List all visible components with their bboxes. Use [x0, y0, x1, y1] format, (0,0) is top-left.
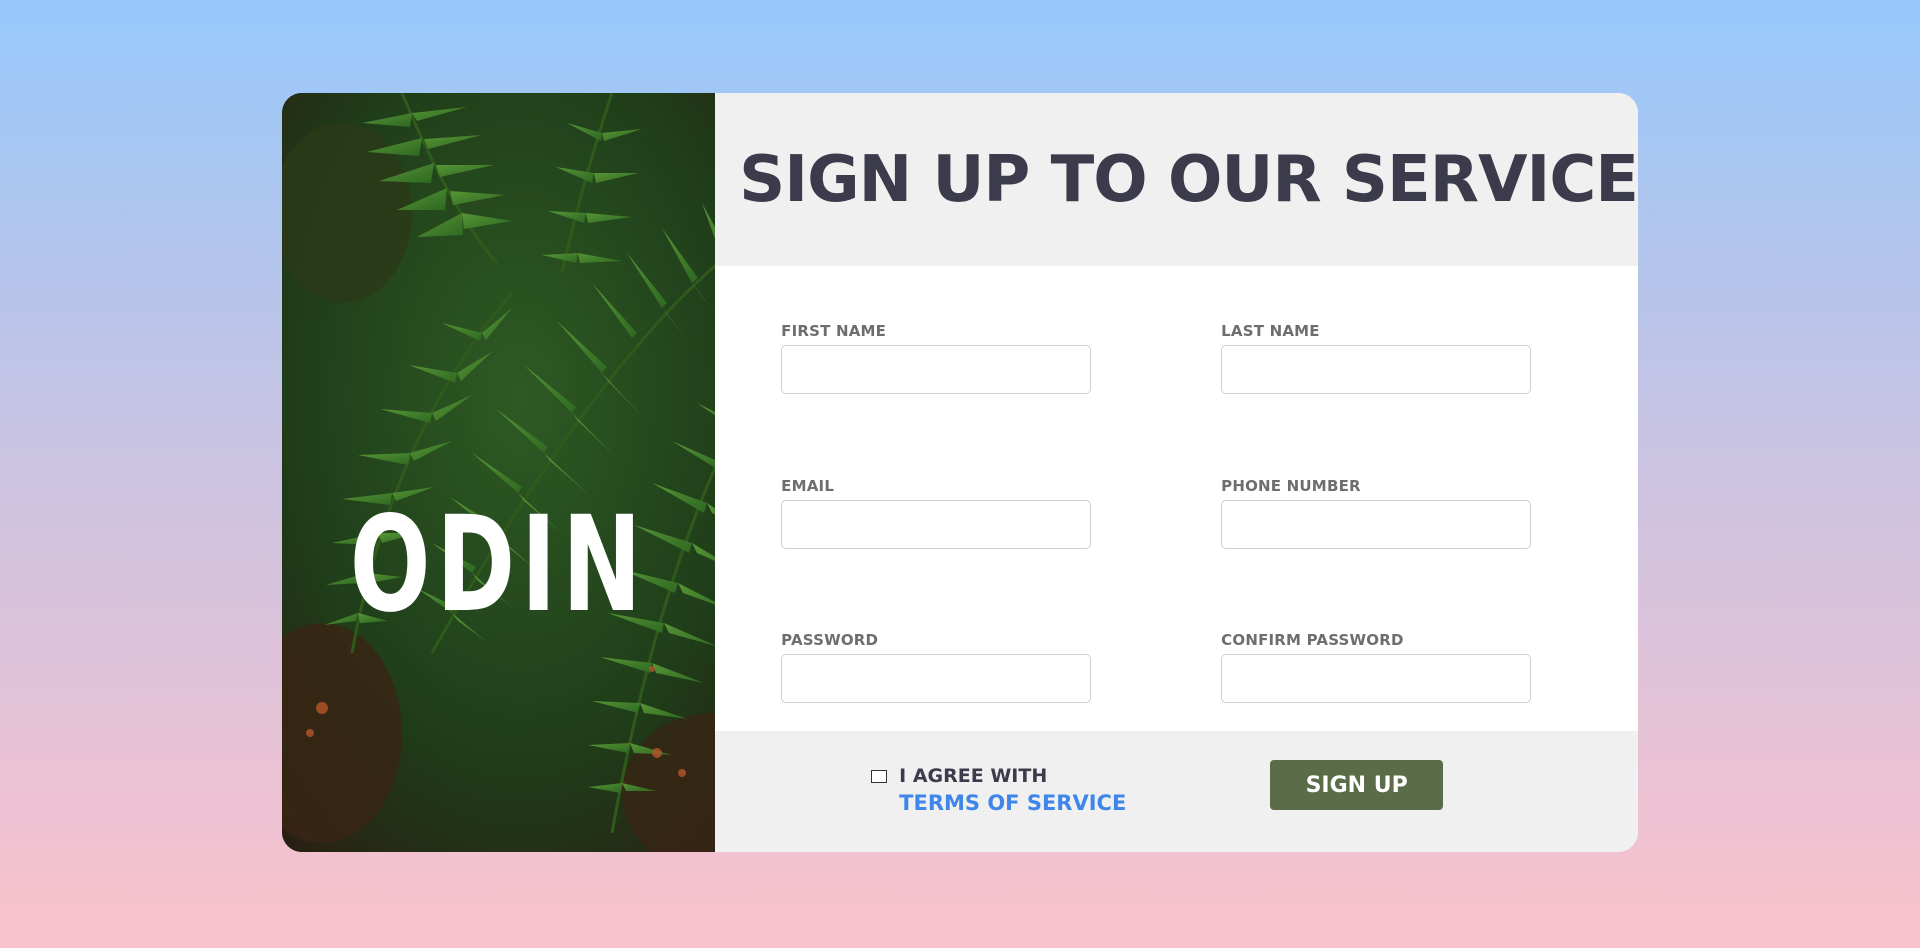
phone-number-input[interactable]: [1221, 500, 1532, 549]
confirm-password-input[interactable]: [1221, 654, 1532, 703]
password-input[interactable]: [781, 654, 1092, 703]
password-field: PASSWORD: [781, 631, 1092, 703]
confirm-password-label: CONFIRM PASSWORD: [1221, 631, 1404, 649]
signup-panel: SIGN UP TO OUR SERVICE FIRST NAME LAST N…: [715, 93, 1638, 852]
signup-card: ODIN SIGN UP TO OUR SERVICE FIRST NAME L…: [282, 93, 1638, 852]
agree-row: I AGREE WITH: [871, 763, 1126, 789]
email-label: EMAIL: [781, 477, 835, 495]
phone-number-field: PHONE NUMBER: [1221, 477, 1532, 549]
hero-image: ODIN: [282, 93, 716, 852]
confirm-password-field: CONFIRM PASSWORD: [1221, 631, 1532, 703]
agree-text: I AGREE WITH: [899, 765, 1048, 787]
first-name-input[interactable]: [781, 345, 1092, 394]
last-name-label: LAST NAME: [1221, 322, 1320, 340]
logo-text: ODIN: [349, 488, 648, 642]
email-field: EMAIL: [781, 477, 1092, 549]
last-name-field: LAST NAME: [1221, 322, 1532, 394]
panel-footer: I AGREE WITH TERMS OF SERVICE SIGN UP: [715, 731, 1638, 852]
phone-number-label: PHONE NUMBER: [1221, 477, 1361, 495]
panel-header: SIGN UP TO OUR SERVICE: [715, 93, 1638, 266]
signup-form: FIRST NAME LAST NAME EMAIL PHONE NUMBER …: [715, 266, 1638, 731]
terms-checkbox[interactable]: [871, 769, 888, 783]
terms-of-service-link[interactable]: TERMS OF SERVICE: [899, 789, 1126, 817]
last-name-input[interactable]: [1221, 345, 1532, 394]
sign-up-button[interactable]: SIGN UP: [1270, 760, 1444, 810]
first-name-label: FIRST NAME: [781, 322, 887, 340]
page-title: SIGN UP TO OUR SERVICE: [739, 142, 1638, 217]
terms-agreement: I AGREE WITH TERMS OF SERVICE: [871, 763, 1126, 817]
fern-background-image: [282, 93, 716, 852]
email-input[interactable]: [781, 500, 1092, 549]
password-label: PASSWORD: [781, 631, 879, 649]
first-name-field: FIRST NAME: [781, 322, 1092, 394]
